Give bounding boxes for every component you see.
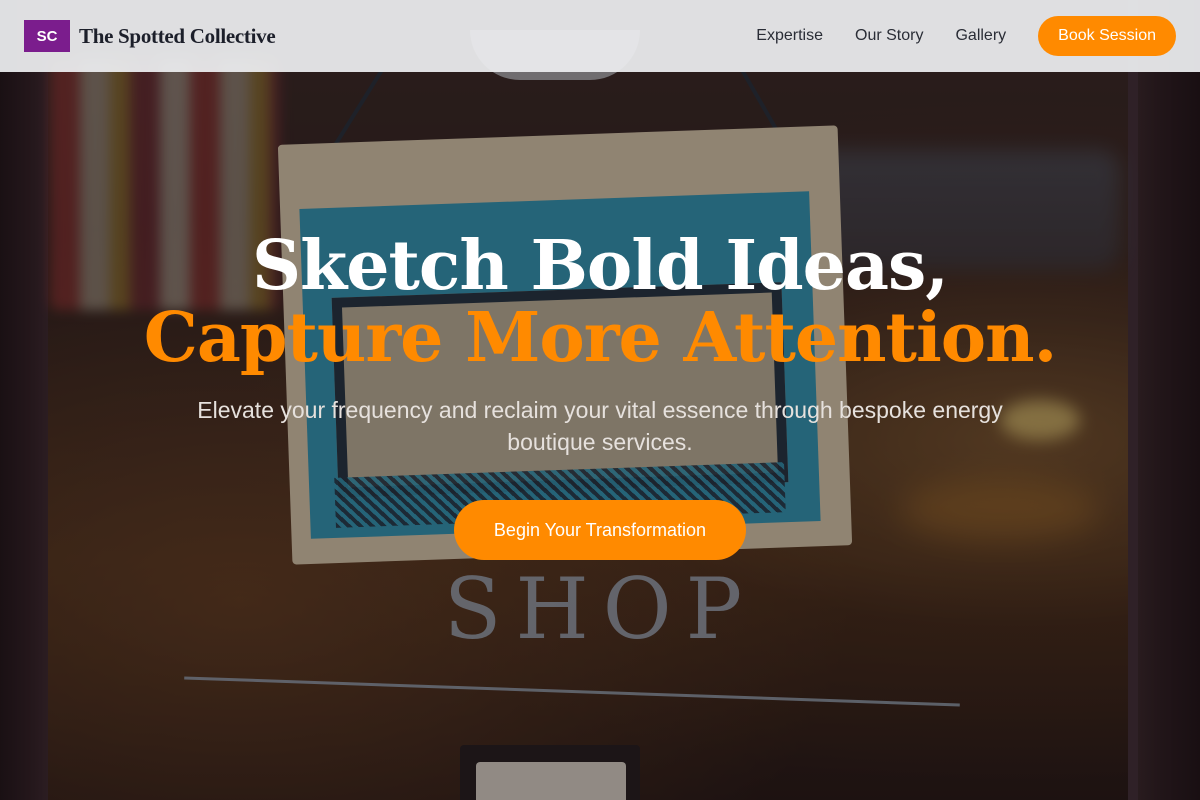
hero-subtitle: Elevate your frequency and reclaim your … xyxy=(197,397,1003,455)
nav-link-our-story[interactable]: Our Story xyxy=(855,27,923,45)
brand-name: The Spotted Collective xyxy=(79,23,276,48)
nav-link-gallery[interactable]: Gallery xyxy=(955,27,1006,45)
hero-title-line-1: Sketch Bold Ideas, xyxy=(252,226,949,306)
hero-title: Sketch Bold Ideas, Capture More Attentio… xyxy=(0,230,1200,374)
begin-transformation-button[interactable]: Begin Your Transformation xyxy=(453,500,747,560)
primary-nav: Expertise Our Story Gallery Book Session xyxy=(724,16,1176,56)
nav-link-expertise[interactable]: Expertise xyxy=(756,27,823,45)
top-navbar: SC The Spotted Collective Expertise Our … xyxy=(0,0,1200,72)
brand-badge: SC xyxy=(24,20,70,52)
hero-title-line-2: Capture More Attention. xyxy=(143,298,1058,378)
brand-logo-link[interactable]: SC The Spotted Collective xyxy=(24,20,276,52)
hero-section: Sketch Bold Ideas, Capture More Attentio… xyxy=(0,230,1200,560)
book-session-button[interactable]: Book Session xyxy=(1038,16,1176,56)
